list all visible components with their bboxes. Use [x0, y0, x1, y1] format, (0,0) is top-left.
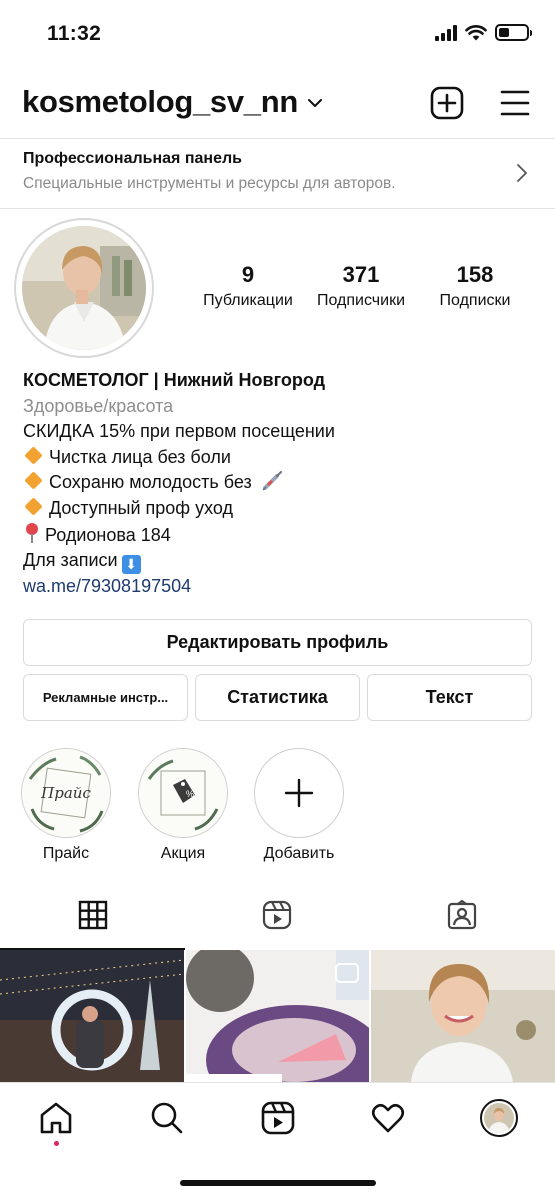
divider	[0, 138, 555, 139]
new-post-icon[interactable]	[430, 86, 464, 120]
highlight-cover	[254, 748, 344, 838]
profile-avatar[interactable]	[14, 218, 154, 358]
home-indicator	[180, 1180, 376, 1186]
divider	[0, 208, 555, 209]
stat-following[interactable]: 158 Подписки	[425, 262, 525, 310]
stat-posts[interactable]: 9 Публикации	[196, 262, 300, 310]
plus-icon	[284, 778, 314, 808]
statistics-button[interactable]: Статистика	[195, 674, 360, 721]
bio-line: Для записи ⬇	[23, 548, 335, 575]
highlight-label: Прайс	[42, 845, 90, 862]
bio-line: Родионова 184	[23, 522, 335, 549]
followers-label: Подписчики	[316, 292, 405, 309]
tagged-icon[interactable]	[447, 900, 477, 930]
followers-count: 371	[342, 262, 380, 287]
reels-icon[interactable]	[262, 900, 292, 930]
highlight-label: Добавить	[263, 845, 335, 862]
bio-name: КОСМЕТОЛОГ | Нижний Новгород	[23, 370, 326, 390]
ad-tools-button[interactable]: Рекламные инстр...	[23, 674, 188, 721]
username: kosmetolog_sv_nn	[22, 84, 299, 119]
highlight-price[interactable]: Прайс Прайс	[20, 748, 112, 863]
post-thumbnail[interactable]	[371, 950, 555, 1082]
highlight-cover-text: Прайс	[41, 784, 91, 802]
profile-header: kosmetolog_sv_nn	[0, 78, 555, 130]
chevron-right-icon	[517, 164, 527, 182]
orange-diamond-icon	[24, 497, 43, 516]
following-count: 158	[456, 262, 494, 287]
profile-avatar[interactable]	[480, 1099, 518, 1137]
syringe-icon	[262, 471, 282, 491]
text-button[interactable]: Текст	[367, 674, 532, 721]
bio-category: Здоровье/красота	[23, 395, 174, 416]
pro-panel-title: Профессиональная панель	[23, 150, 242, 167]
following-label: Подписки	[439, 292, 511, 309]
heart-icon[interactable]	[371, 1101, 405, 1135]
edit-profile-button[interactable]: Редактировать профиль	[23, 619, 532, 666]
post-thumbnail[interactable]	[185, 950, 370, 1082]
avatar-photo	[22, 226, 146, 350]
price-tag-icon: %	[139, 749, 227, 837]
highlight-add[interactable]: Добавить	[253, 748, 345, 863]
bio-line: Доступный проф уход	[23, 496, 335, 522]
orange-diamond-icon	[24, 471, 43, 491]
grid-icon[interactable]	[78, 900, 108, 930]
pro-panel-subtitle: Специальные инструменты и ресурсы для ав…	[23, 175, 396, 192]
highlight-promo[interactable]: % Акция	[137, 748, 229, 863]
highlight-label: Акция	[160, 845, 206, 862]
home-icon[interactable]	[39, 1101, 73, 1135]
orange-diamond-icon	[24, 446, 43, 465]
cellular-signal-icon	[435, 24, 457, 41]
bio-line: Чистка лица без боли	[23, 445, 335, 471]
down-arrow-icon: ⬇	[121, 555, 141, 575]
profile-bio: КОСМЕТОЛОГ | Нижний Новгород Здоровье/кр…	[23, 368, 335, 600]
bio-line: СКИДКА 15% при первом посещении	[23, 421, 335, 442]
posts-count: 9	[241, 262, 255, 287]
status-time: 11:32	[47, 22, 102, 45]
location-pin-icon	[26, 522, 38, 543]
posts-label: Публикации	[203, 292, 293, 309]
battery-icon	[495, 24, 532, 41]
highlight-cover: Прайс	[21, 748, 111, 838]
post-thumbnail[interactable]	[0, 950, 184, 1082]
menu-icon[interactable]	[500, 86, 530, 120]
stat-followers[interactable]: 371 Подписчики	[306, 262, 416, 310]
search-icon[interactable]	[150, 1101, 184, 1135]
status-icons	[435, 24, 532, 41]
bio-line: Сохраню молодость без	[23, 470, 335, 496]
professional-dashboard[interactable]: Профессиональная панель Специальные инст…	[0, 140, 555, 208]
status-bar: 11:32	[0, 0, 555, 70]
bio-link[interactable]: wa.me/79308197504	[23, 574, 335, 600]
post-grid	[0, 950, 555, 1082]
chevron-down-icon	[308, 98, 323, 107]
account-switcher[interactable]: kosmetolog_sv_nn	[22, 84, 323, 120]
notification-dot	[54, 1141, 59, 1146]
wifi-icon	[465, 24, 487, 40]
svg-text:%: %	[186, 789, 194, 799]
reels-icon[interactable]	[261, 1101, 295, 1135]
highlight-cover: %	[138, 748, 228, 838]
